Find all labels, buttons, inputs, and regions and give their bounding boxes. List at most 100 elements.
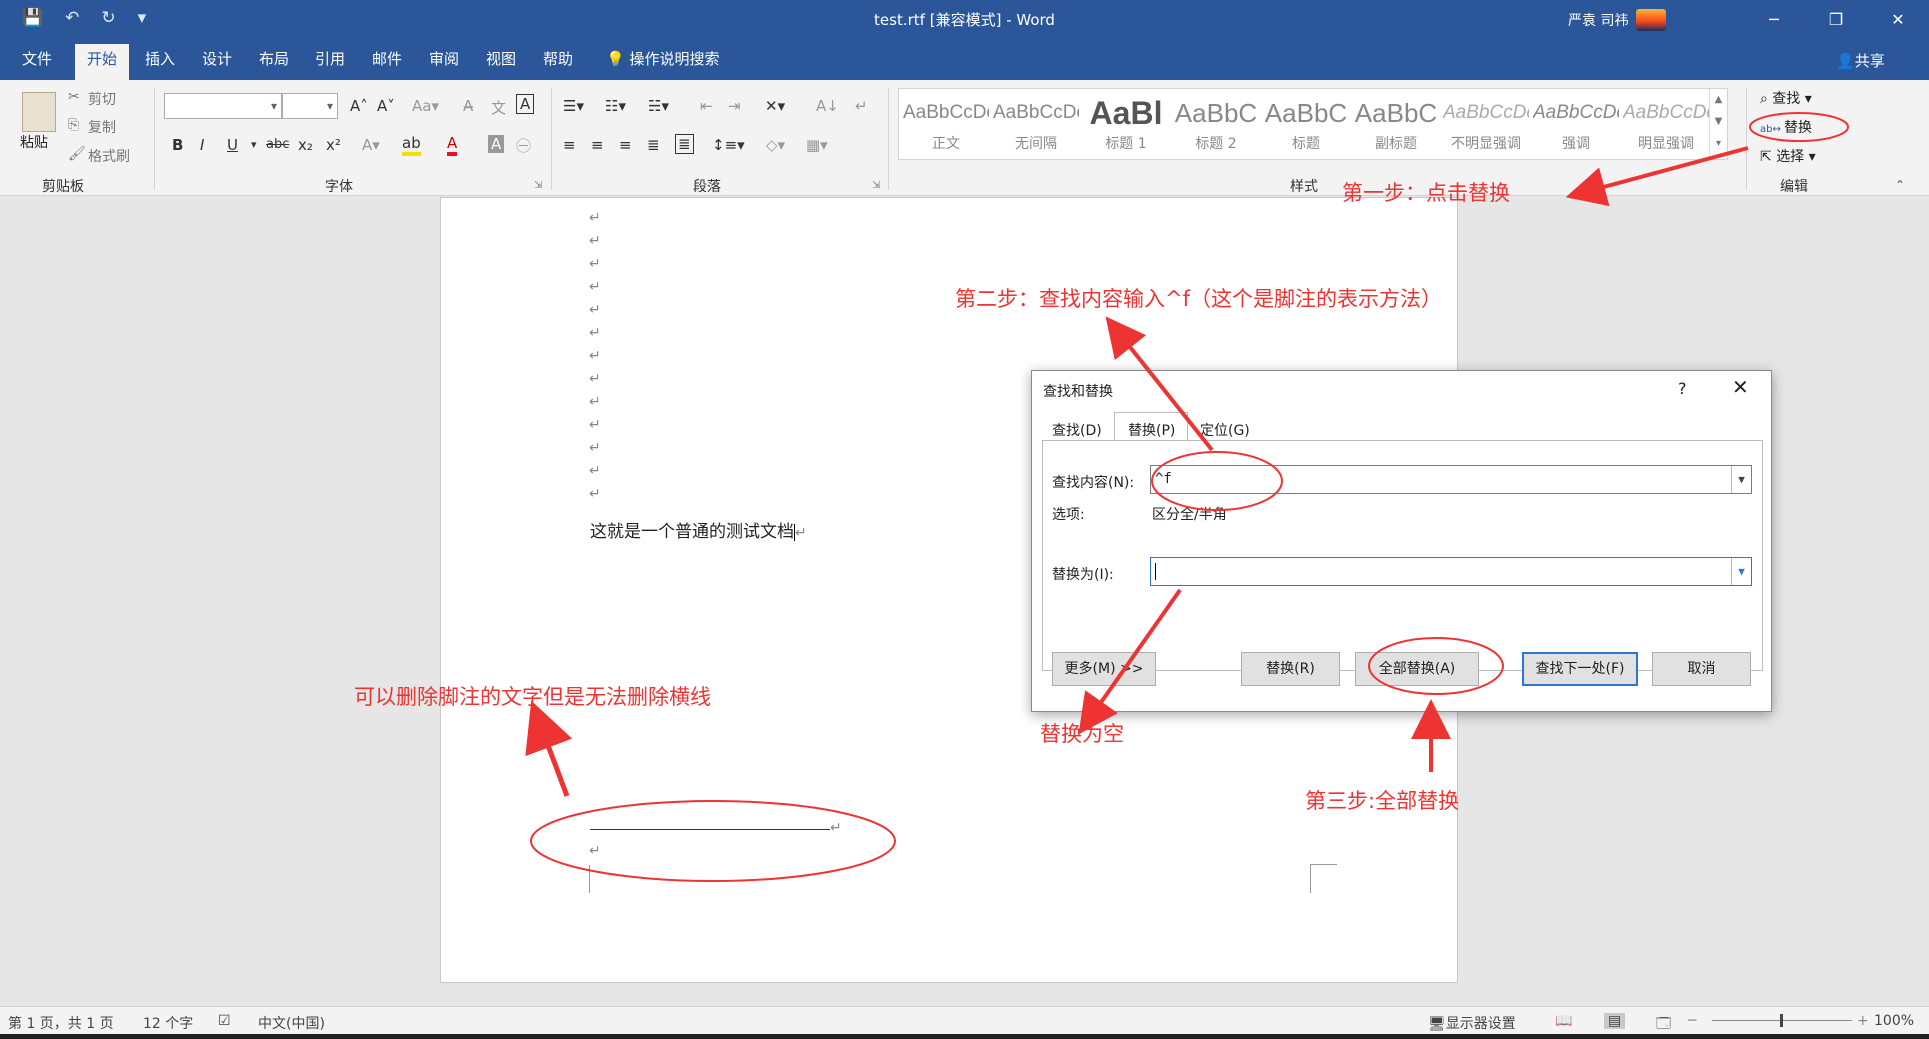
format-painter-icon[interactable]: 🖌 — [68, 146, 86, 162]
justify-icon[interactable]: ≣ — [647, 136, 660, 154]
numbering-icon[interactable]: ☷▾ — [605, 97, 626, 115]
tab-home[interactable]: 开始 — [75, 44, 130, 80]
dialog-close-button[interactable]: ✕ — [1732, 375, 1749, 399]
tab-design[interactable]: 设计 — [202, 48, 232, 69]
grow-font-icon[interactable]: A˄ — [350, 97, 368, 115]
multilevel-list-icon[interactable]: ☵▾ — [648, 97, 669, 115]
tab-goto[interactable]: 定位(G) — [1200, 420, 1250, 440]
superscript-icon[interactable]: x² — [326, 136, 341, 154]
highlight-icon[interactable]: ab — [402, 134, 421, 156]
bullets-icon[interactable]: ☰▾ — [563, 97, 584, 115]
find-button[interactable]: ⌕ 查找 ▾ — [1760, 88, 1812, 108]
close-icon[interactable]: ✕ — [1867, 0, 1929, 38]
paste-icon[interactable] — [22, 92, 56, 132]
print-layout-icon[interactable]: ▤ — [1604, 1013, 1626, 1029]
align-right-icon[interactable]: ≡ — [619, 136, 632, 154]
zoom-in-icon[interactable]: + — [1857, 1013, 1869, 1029]
underline-icon[interactable]: U — [227, 136, 238, 154]
tab-mailings[interactable]: 邮件 — [372, 48, 402, 69]
text-effects-icon[interactable]: A▾ — [362, 136, 380, 154]
underline-dropdown-icon[interactable]: ▾ — [251, 138, 257, 151]
restore-icon[interactable]: ❐ — [1805, 0, 1867, 38]
styles-scroll[interactable]: ▲ ▼ ▾ — [1709, 89, 1727, 159]
show-marks-icon[interactable]: ↵ — [855, 97, 868, 115]
line-spacing-icon[interactable]: ↕≡▾ — [712, 136, 745, 154]
clear-format-icon[interactable]: A̶ — [463, 97, 473, 115]
font-name-dropdown[interactable]: ▾ — [164, 93, 282, 119]
read-mode-icon[interactable]: 📖 — [1555, 1013, 1572, 1029]
replace-button[interactable]: ab↔ 替换 — [1760, 117, 1812, 137]
sort-icon[interactable]: A↓ — [816, 97, 839, 115]
tab-insert[interactable]: 插入 — [145, 48, 175, 69]
tab-help[interactable]: 帮助 — [543, 48, 573, 69]
collapse-ribbon-icon[interactable]: ⌃ — [1895, 178, 1905, 192]
language[interactable]: 中文(中国) — [258, 1013, 325, 1033]
paste-button[interactable]: 粘贴 — [20, 132, 48, 152]
zoom-level[interactable]: 100% — [1874, 1013, 1914, 1029]
bold-icon[interactable]: B — [172, 136, 183, 154]
style-emphasis[interactable]: AaBbCcDc 强调 — [1533, 93, 1619, 155]
change-case-icon[interactable]: Aa▾ — [412, 97, 439, 115]
shrink-font-icon[interactable]: A˅ — [377, 97, 395, 115]
phonetic-guide-icon[interactable]: 文 — [491, 97, 506, 118]
shading-icon[interactable]: ◇▾ — [766, 136, 785, 154]
format-painter-button[interactable]: 格式刷 — [88, 146, 130, 166]
font-size-dropdown[interactable]: ▾ — [282, 93, 338, 119]
replace-with-input[interactable]: ▼ — [1150, 557, 1752, 586]
word-count[interactable]: 12 个字 — [143, 1013, 193, 1033]
copy-icon[interactable]: ⎘ — [68, 117, 79, 133]
account-area[interactable]: 严袁 司祎 — [1568, 9, 1667, 31]
minimize-icon[interactable]: ─ — [1743, 0, 1805, 38]
tab-view[interactable]: 视图 — [486, 48, 516, 69]
font-color-icon[interactable]: A — [447, 134, 458, 156]
char-border-icon[interactable]: A — [516, 94, 535, 114]
char-shading-icon[interactable]: A — [488, 135, 505, 153]
proofing-icon[interactable]: ☑ — [218, 1013, 231, 1029]
strikethrough-icon[interactable]: abc — [266, 137, 289, 152]
tab-find[interactable]: 查找(D) — [1052, 420, 1102, 440]
italic-icon[interactable]: I — [200, 136, 204, 154]
paragraph-dialog-launcher-icon[interactable]: ⇲ — [872, 180, 880, 191]
increase-indent-icon[interactable]: ⇥ — [728, 97, 741, 115]
zoom-slider-thumb[interactable] — [1780, 1014, 1783, 1027]
text-direction-icon[interactable]: ✕▾ — [765, 97, 785, 115]
tab-file[interactable]: 文件 — [22, 48, 52, 69]
copy-button[interactable]: 复制 — [88, 117, 116, 137]
chevron-down-icon[interactable]: ▼ — [1731, 466, 1751, 493]
more-button[interactable]: 更多(M) >> — [1052, 652, 1156, 686]
help-button[interactable]: ? — [1678, 379, 1687, 398]
subscript-icon[interactable]: x₂ — [298, 136, 313, 154]
style-heading-1[interactable]: AaBl 标题 1 — [1083, 93, 1169, 155]
style-heading-2[interactable]: AaBbC 标题 2 — [1173, 93, 1259, 155]
avatar[interactable] — [1636, 9, 1667, 31]
find-next-button[interactable]: 查找下一处(F) — [1522, 652, 1638, 686]
document-body-text[interactable]: 这就是一个普通的测试文档↵ — [590, 517, 807, 542]
decrease-indent-icon[interactable]: ⇤ — [700, 97, 713, 115]
align-left-icon[interactable]: ≡ — [563, 136, 576, 154]
style-normal[interactable]: AaBbCcDc 正文 — [903, 93, 989, 155]
cut-icon[interactable]: ✂ — [68, 89, 80, 105]
find-what-input[interactable]: ^f ▼ — [1150, 465, 1752, 494]
zoom-out-icon[interactable]: ─ — [1688, 1013, 1696, 1029]
style-title[interactable]: AaBbC 标题 — [1263, 93, 1349, 155]
style-no-spacing[interactable]: AaBbCcDc 无间隔 — [993, 93, 1079, 155]
style-intense-emphasis[interactable]: AaBbCcDc 明显强调 — [1623, 93, 1709, 155]
tab-layout[interactable]: 布局 — [259, 48, 289, 69]
enclose-char-icon[interactable]: ㊀ — [516, 135, 531, 156]
replace-button[interactable]: 替换(R) — [1241, 652, 1340, 686]
cancel-button[interactable]: 取消 — [1652, 652, 1751, 686]
align-center-icon[interactable]: ≡ — [591, 136, 604, 154]
tell-me-search[interactable]: 💡 操作说明搜索 — [606, 48, 719, 69]
cut-button[interactable]: 剪切 — [88, 89, 116, 109]
chevron-down-icon[interactable]: ▼ — [1731, 558, 1751, 585]
borders-icon[interactable]: ▦▾ — [806, 136, 828, 154]
tab-replace[interactable]: 替换(P) — [1128, 420, 1175, 440]
style-subtitle[interactable]: AaBbC 副标题 — [1353, 93, 1439, 155]
tab-review[interactable]: 审阅 — [429, 48, 459, 69]
font-dialog-launcher-icon[interactable]: ⇲ — [534, 180, 542, 191]
replace-all-button[interactable]: 全部替换(A) — [1355, 652, 1479, 686]
distributed-icon[interactable]: ≣ — [675, 134, 694, 154]
tab-references[interactable]: 引用 — [315, 48, 345, 69]
display-settings-button[interactable]: 🖥显示器设置 — [1428, 1013, 1516, 1033]
select-button[interactable]: ⇱ 选择 ▾ — [1760, 146, 1816, 166]
